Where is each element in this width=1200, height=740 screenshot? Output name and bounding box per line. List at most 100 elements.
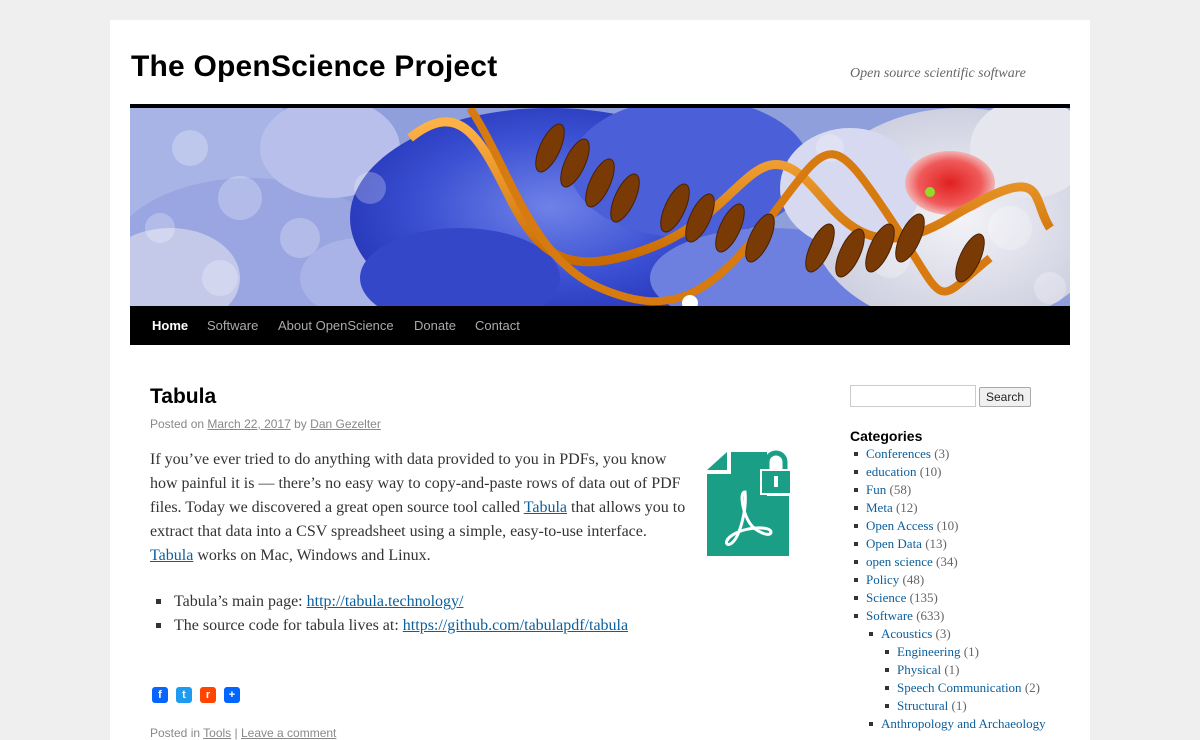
categories-heading: Categories	[850, 428, 923, 444]
category-count: (12)	[895, 500, 918, 515]
category-item: Fun (58)	[854, 481, 912, 499]
bullet-icon	[885, 704, 889, 708]
category-link[interactable]: Open Access	[866, 518, 934, 533]
bullet-icon	[854, 560, 858, 564]
category-count: (135)	[909, 590, 938, 605]
category-link[interactable]: Anthropology and Archaeology	[881, 716, 1046, 731]
paragraph-text: works on Mac, Windows and Linux.	[193, 547, 431, 564]
category-link[interactable]: Policy	[866, 572, 899, 587]
category-link[interactable]: Engineering	[897, 644, 961, 659]
pdf-lock-icon	[707, 450, 791, 556]
category-item: Structural (1)	[885, 697, 967, 715]
category-count: (3)	[935, 626, 951, 641]
search-input[interactable]	[850, 385, 976, 407]
bullet-icon	[885, 686, 889, 690]
tabula-link[interactable]: Tabula	[524, 499, 567, 516]
category-link[interactable]: Science	[866, 590, 906, 605]
bullet-icon	[869, 722, 873, 726]
category-link[interactable]: Open Data	[866, 536, 922, 551]
bullet-icon	[854, 596, 858, 600]
category-item: Engineering (1)	[885, 643, 979, 661]
site-title[interactable]: The OpenScience Project	[131, 50, 497, 84]
category-link[interactable]: Conferences	[866, 446, 931, 461]
post-paragraph: If you’ve ever tried to do anything with…	[150, 448, 690, 568]
post-link-list: Tabula’s main page: http://tabula.techno…	[150, 590, 800, 638]
category-item: Anthropology and Archaeology	[869, 715, 1046, 733]
category-link[interactable]: Fun	[866, 482, 886, 497]
tabula-link-2[interactable]: Tabula	[150, 547, 193, 564]
category-item: open science (34)	[854, 553, 958, 571]
category-link[interactable]: Physical	[897, 662, 941, 677]
category-count: (34)	[936, 554, 958, 569]
posted-on-label: Posted on	[150, 417, 205, 431]
category-item: Meta (12)	[854, 499, 918, 517]
page-wrapper: The OpenScience Project Open source scie…	[110, 20, 1090, 740]
facebook-icon[interactable]: f	[152, 687, 168, 703]
category-count: (2)	[1024, 680, 1040, 695]
category-link[interactable]: Software	[866, 608, 913, 623]
category-item: Software (633)	[854, 607, 945, 625]
category-count: (58)	[889, 482, 912, 497]
github-link[interactable]: https://github.com/tabulapdf/tabula	[403, 617, 628, 634]
by-label: by	[294, 417, 307, 431]
nav-home[interactable]: Home	[152, 318, 188, 333]
author-link[interactable]: Dan Gezelter	[310, 417, 381, 431]
category-count: (3)	[934, 446, 950, 461]
search-button[interactable]: Search	[979, 387, 1032, 407]
post-date-link[interactable]: March 22, 2017	[207, 417, 290, 431]
category-item: education (10)	[854, 463, 942, 481]
bullet-icon	[854, 542, 858, 546]
bullet-icon	[854, 524, 858, 528]
category-link[interactable]: Structural	[897, 698, 948, 713]
post-utility: Posted in Tools | Leave a comment	[150, 726, 336, 740]
category-link[interactable]: Speech Communication	[897, 680, 1022, 695]
category-count: (1)	[944, 662, 960, 677]
bullet-icon	[885, 650, 889, 654]
tabula-main-page-link[interactable]: http://tabula.technology/	[307, 593, 464, 610]
nav-donate[interactable]: Donate	[414, 318, 456, 333]
category-item: Open Data (13)	[854, 535, 947, 553]
category-link[interactable]: Acoustics	[881, 626, 932, 641]
category-item: Acoustics (3)	[869, 625, 951, 643]
category-item: Physical (1)	[885, 661, 960, 679]
posted-in-label: Posted in	[150, 726, 201, 740]
category-item: Conferences (3)	[854, 445, 950, 463]
nav-software[interactable]: Software	[207, 318, 258, 333]
category-tools-link[interactable]: Tools	[203, 726, 231, 740]
category-link[interactable]: education	[866, 464, 917, 479]
share-icon[interactable]: +	[224, 687, 240, 703]
reddit-icon[interactable]: r	[200, 687, 216, 703]
category-item: Speech Communication (2)	[885, 679, 1040, 697]
twitter-icon[interactable]: t	[176, 687, 192, 703]
category-count: (633)	[916, 608, 945, 623]
category-count: (10)	[919, 464, 942, 479]
list-item-label: The source code for tabula lives at:	[174, 617, 403, 634]
bullet-icon	[854, 488, 858, 492]
category-count: (10)	[936, 518, 959, 533]
bullet-icon	[854, 578, 858, 582]
bullet-icon	[854, 470, 858, 474]
category-count: (13)	[925, 536, 947, 551]
header-banner-image	[130, 104, 1070, 310]
category-count: (1)	[963, 644, 979, 659]
post-title[interactable]: Tabula	[150, 385, 216, 409]
separator: |	[234, 726, 238, 740]
nav-contact[interactable]: Contact	[475, 318, 520, 333]
post-meta: Posted on March 22, 2017 by Dan Gezelter	[150, 417, 381, 431]
bullet-icon	[854, 614, 858, 618]
list-item: Tabula’s main page: http://tabula.techno…	[150, 590, 800, 614]
leave-comment-link[interactable]: Leave a comment	[241, 726, 336, 740]
bullet-icon	[854, 452, 858, 456]
list-item-label: Tabula’s main page:	[174, 593, 307, 610]
bullet-icon	[885, 668, 889, 672]
nav-about-openscience[interactable]: About OpenScience	[278, 318, 394, 333]
category-item: Policy (48)	[854, 571, 924, 589]
category-count: (1)	[951, 698, 967, 713]
category-link[interactable]: open science	[866, 554, 933, 569]
post-body: If you’ve ever tried to do anything with…	[150, 448, 800, 634]
list-item: The source code for tabula lives at: htt…	[150, 614, 800, 638]
bullet-icon	[854, 506, 858, 510]
category-item: Open Access (10)	[854, 517, 959, 535]
main-navigation: Home Software About OpenScience Donate C…	[130, 306, 1070, 345]
category-link[interactable]: Meta	[866, 500, 893, 515]
